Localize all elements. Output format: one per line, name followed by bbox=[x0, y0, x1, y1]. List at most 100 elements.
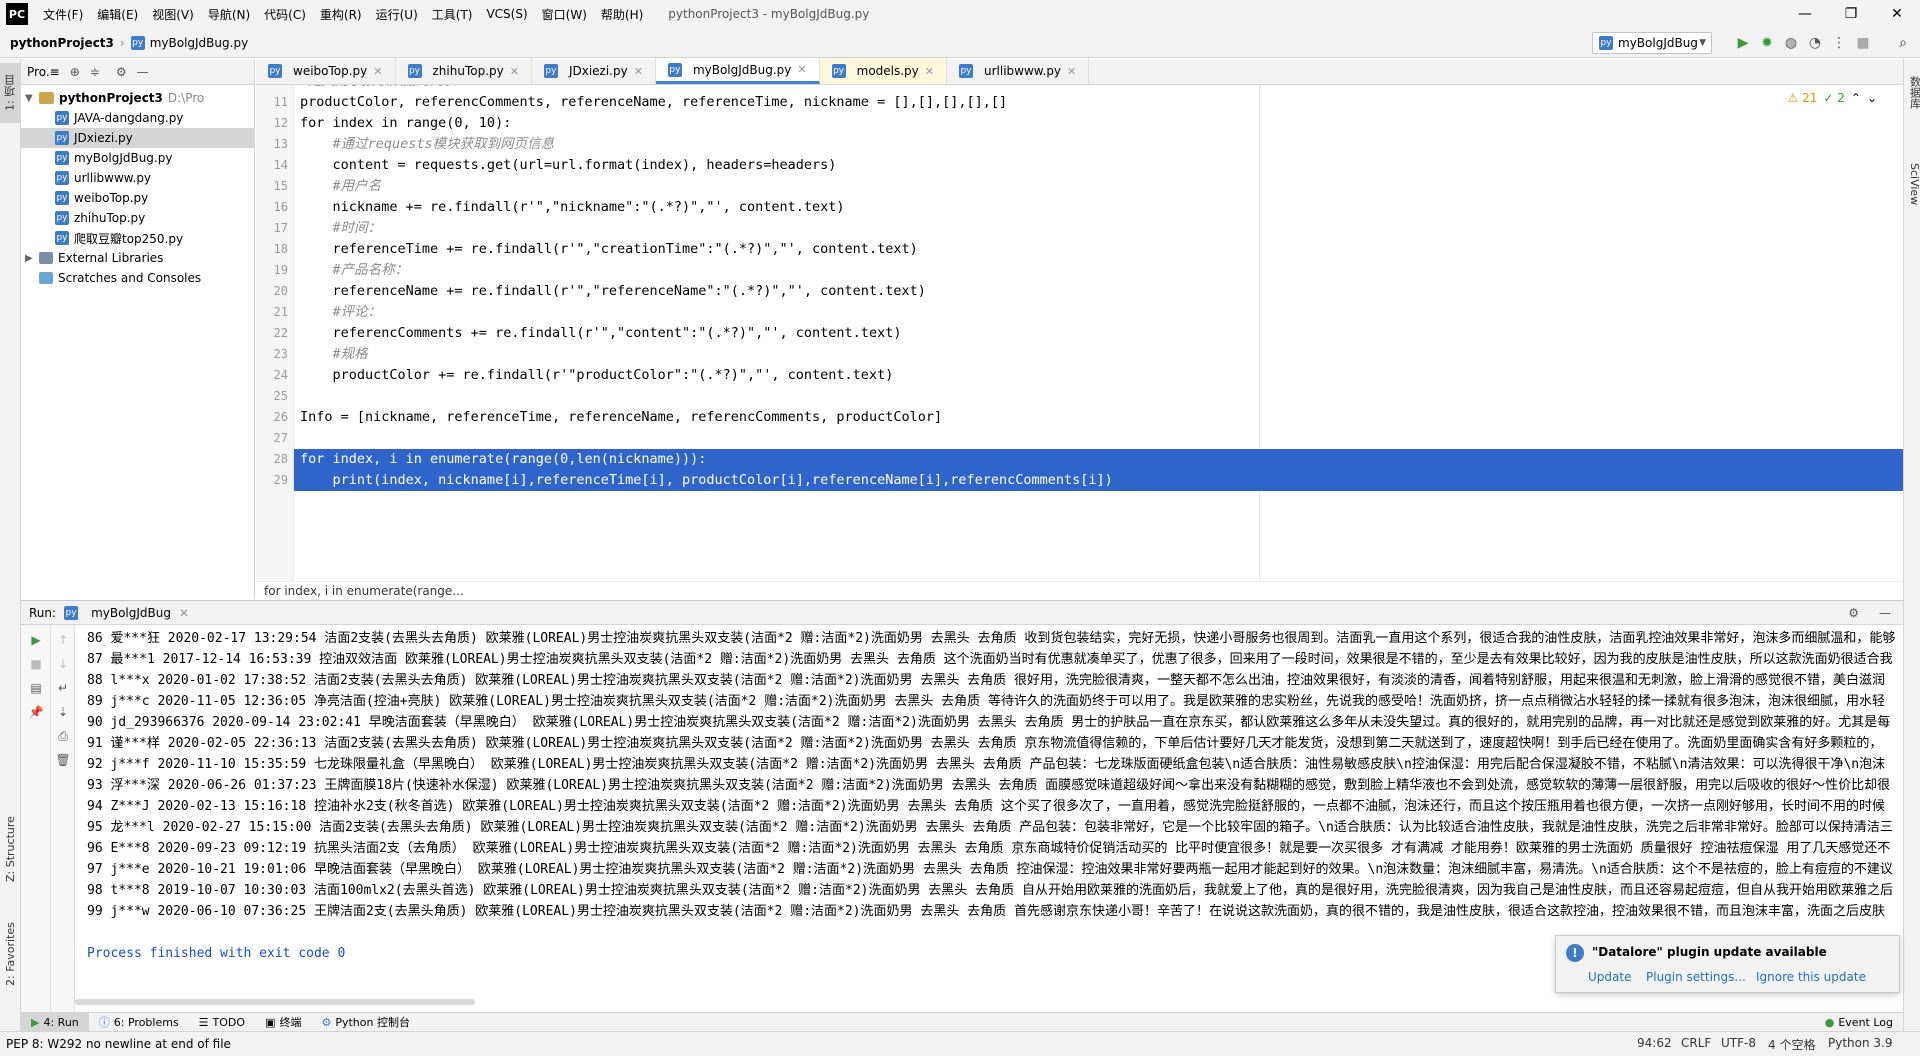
menu-tools[interactable]: 工具(T) bbox=[425, 6, 480, 23]
tree-file-item[interactable]: py weiboTop.py bbox=[21, 188, 254, 208]
run-config-select[interactable]: py myBolgJdBug ▼ bbox=[1592, 32, 1712, 54]
database-tool-tab[interactable]: 数据库 bbox=[1904, 67, 1920, 117]
close-tab-icon[interactable]: ✕ bbox=[925, 65, 934, 78]
hide-panel-icon[interactable]: — bbox=[137, 65, 149, 79]
code-breadcrumb[interactable]: for index, i in enumerate(range... bbox=[256, 581, 1903, 599]
menu-navigate[interactable]: 导航(N) bbox=[201, 6, 257, 23]
line-separator[interactable]: CRLF bbox=[1681, 1036, 1711, 1050]
pin-icon[interactable]: 📌 bbox=[27, 703, 45, 721]
settings-gear-icon[interactable]: ⚙ bbox=[1848, 606, 1859, 620]
editor-tab[interactable]: py JDxiezi.py ✕ bbox=[532, 58, 656, 84]
scroll-up-icon[interactable]: ↑ bbox=[54, 631, 72, 649]
python-interpreter[interactable]: Python 3.9 bbox=[1828, 1036, 1893, 1050]
code-line[interactable]: content = requests.get(url=url.format(in… bbox=[294, 155, 1903, 176]
structure-tool-tab[interactable]: Z: Structure bbox=[0, 799, 21, 899]
next-highlight-icon[interactable]: ⌄ bbox=[1867, 91, 1877, 105]
tree-file-item[interactable]: py JDxiezi.py bbox=[21, 128, 254, 148]
trash-icon[interactable]: 🗑 bbox=[54, 751, 72, 769]
problems-tool-tab[interactable]: ⓘ 6: Problems bbox=[89, 1013, 189, 1032]
code-line[interactable]: referenceTime += re.findall(r'","creatio… bbox=[294, 239, 1903, 260]
menu-view[interactable]: 视图(V) bbox=[145, 6, 201, 23]
code-line[interactable]: for index, i in enumerate(range(0,len(ni… bbox=[294, 449, 1903, 470]
menu-code[interactable]: 代码(C) bbox=[257, 6, 313, 23]
search-icon[interactable]: ⌕ bbox=[1893, 33, 1913, 53]
editor-tab[interactable]: py urllibwww.py ✕ bbox=[947, 58, 1090, 84]
run-tool-tab[interactable]: ▶ 4: Run bbox=[21, 1012, 89, 1032]
terminal-tool-tab[interactable]: ▣ 终端 bbox=[255, 1013, 311, 1032]
tree-root-project[interactable]: ▼ pythonProject3 D:\Pro bbox=[21, 88, 254, 108]
minimize-icon[interactable]: — bbox=[1782, 0, 1828, 28]
breadcrumb-file[interactable]: myBolgJdBug.py bbox=[150, 36, 248, 50]
menu-refactor[interactable]: 重构(R) bbox=[313, 6, 369, 23]
tree-file-item[interactable]: py JAVA-dangdang.py bbox=[21, 108, 254, 128]
settings-gear-icon[interactable]: ⚙ bbox=[116, 65, 127, 79]
breadcrumb-project[interactable]: pythonProject3 bbox=[10, 36, 114, 50]
code-line[interactable]: print(index, nickname[i],referenceTime[i… bbox=[294, 470, 1903, 491]
tree-file-item[interactable]: py zhihuTop.py bbox=[21, 208, 254, 228]
close-tab-icon[interactable]: ✕ bbox=[1067, 65, 1076, 78]
expand-arrow-icon[interactable]: ▼ bbox=[25, 93, 37, 104]
profile-icon[interactable]: ◔ bbox=[1805, 33, 1825, 53]
menu-window[interactable]: 窗口(W) bbox=[535, 6, 594, 23]
python-console-tool-tab[interactable]: ⚙ Python 控制台 bbox=[311, 1013, 420, 1032]
tree-file-item[interactable]: py myBolgJdBug.py bbox=[21, 148, 254, 168]
scroll-to-end-icon[interactable]: ⇣ bbox=[54, 703, 72, 721]
indent-setting[interactable]: 4 个空格 bbox=[1768, 1036, 1815, 1053]
more-run-icon[interactable]: ⋮ bbox=[1829, 33, 1849, 53]
stop-icon[interactable]: ■ bbox=[27, 655, 45, 673]
ignore-update-link[interactable]: Ignore this update bbox=[1756, 970, 1866, 984]
file-encoding[interactable]: UTF-8 bbox=[1721, 1036, 1756, 1050]
favorites-tool-tab[interactable]: 2: Favorites bbox=[0, 909, 21, 999]
update-link[interactable]: Update bbox=[1588, 970, 1631, 984]
previous-highlight-icon[interactable]: ⌃ bbox=[1851, 91, 1861, 105]
code-line[interactable]: #用户名 bbox=[294, 176, 1903, 197]
code-area[interactable]: #定义用于接收数据的列表 productColor, referencCommen… bbox=[294, 85, 1903, 581]
code-line[interactable]: Info = [nickname, referenceTime, referen… bbox=[294, 407, 1903, 428]
code-line[interactable] bbox=[294, 386, 1903, 407]
hide-panel-icon[interactable]: — bbox=[1879, 606, 1891, 620]
code-line[interactable]: nickname += re.findall(r'","nickname":"(… bbox=[294, 197, 1903, 218]
close-run-tab-icon[interactable]: ✕ bbox=[179, 606, 189, 620]
maximize-icon[interactable]: ❐ bbox=[1828, 0, 1874, 28]
coverage-icon[interactable]: ◍ bbox=[1781, 33, 1801, 53]
menu-edit[interactable]: 编辑(E) bbox=[90, 6, 145, 23]
code-editor[interactable]: 10 11 12 13 14 15 16 17 18 19 20 21 22 23 24 25 26 27 28 29… bbox=[256, 85, 1903, 581]
tree-file-item[interactable]: py urllibwww.py bbox=[21, 168, 254, 188]
close-tab-icon[interactable]: ✕ bbox=[373, 65, 382, 78]
restore-layout-icon[interactable]: ▤ bbox=[27, 679, 45, 697]
run-icon[interactable]: ▶ bbox=[1733, 33, 1753, 53]
inspection-widget[interactable]: ⚠ 21 ✓ 2 ⌃ ⌄ bbox=[1788, 91, 1877, 105]
rerun-icon[interactable]: ▶ bbox=[27, 631, 45, 649]
code-line[interactable] bbox=[294, 428, 1903, 449]
project-tool-tab[interactable]: 1: 项目 bbox=[0, 63, 21, 123]
expand-arrow-icon[interactable]: ▶ bbox=[25, 253, 37, 264]
print-icon[interactable]: ⎙ bbox=[54, 727, 72, 745]
sciview-tool-tab[interactable]: SciView bbox=[1904, 149, 1920, 219]
locate-icon[interactable]: ⊕ bbox=[70, 65, 80, 79]
close-tab-icon[interactable]: ✕ bbox=[797, 63, 806, 76]
tree-file-item[interactable]: py 爬取豆瓣top250.py bbox=[21, 228, 254, 248]
scroll-down-icon[interactable]: ↓ bbox=[54, 655, 72, 673]
debug-icon[interactable]: ✹ bbox=[1757, 33, 1777, 53]
editor-tab[interactable]: py zhihuTop.py ✕ bbox=[396, 58, 532, 84]
code-line[interactable]: for index in range(0, 10): bbox=[294, 113, 1903, 134]
code-line[interactable]: referencComments += re.findall(r'","cont… bbox=[294, 323, 1903, 344]
code-line[interactable]: #评论： bbox=[294, 302, 1903, 323]
code-line[interactable]: #时间： bbox=[294, 218, 1903, 239]
plugin-settings-link[interactable]: Plugin settings... bbox=[1646, 970, 1746, 984]
caret-position[interactable]: 94:62 bbox=[1637, 1036, 1672, 1050]
project-view-selector[interactable]: Pro.≡ bbox=[27, 65, 60, 79]
editor-tab[interactable]: py weiboTop.py ✕ bbox=[256, 58, 396, 84]
soft-wrap-icon[interactable]: ↵ bbox=[54, 679, 72, 697]
menu-vcs[interactable]: VCS(S) bbox=[479, 7, 534, 21]
editor-tab[interactable]: py models.py ✕ bbox=[819, 58, 947, 84]
tree-external-libraries[interactable]: ▶ External Libraries bbox=[21, 248, 254, 268]
todo-tool-tab[interactable]: ☰ TODO bbox=[189, 1013, 255, 1032]
event-log-tool-tab[interactable]: ● Event Log bbox=[1815, 1013, 1903, 1032]
close-tab-icon[interactable]: ✕ bbox=[510, 65, 519, 78]
code-line[interactable]: #产品名称： bbox=[294, 260, 1903, 281]
code-line[interactable]: #定义用于接收数据的列表 bbox=[294, 85, 1903, 92]
menu-help[interactable]: 帮助(H) bbox=[594, 6, 650, 23]
menu-file[interactable]: 文件(F) bbox=[36, 6, 90, 23]
close-window-icon[interactable]: ✕ bbox=[1874, 0, 1920, 28]
